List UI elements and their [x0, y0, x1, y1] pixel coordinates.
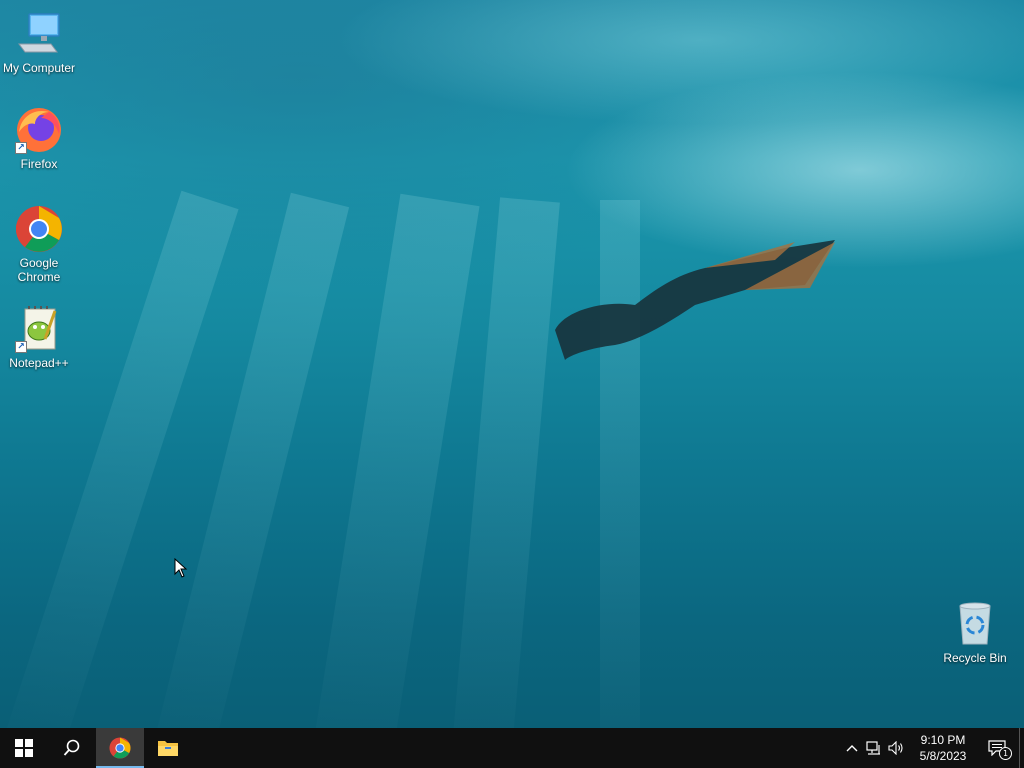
clock-button[interactable]: 9:10 PM 5/8/2023 [911, 728, 975, 768]
desktop-icon-recycle-bin[interactable]: Recycle Bin [937, 600, 1013, 665]
folder-icon [158, 741, 178, 756]
desktop-wallpaper [0, 0, 1024, 728]
shortcut-arrow-icon: ↗ [15, 142, 27, 154]
desktop-icon-chrome[interactable]: Google Chrome [1, 205, 77, 284]
desktop-icon-label: Firefox [20, 157, 58, 171]
firefox-icon: ↗ [15, 106, 63, 154]
taskbar-file-explorer-button[interactable] [144, 728, 192, 768]
mouse-cursor-icon [174, 558, 188, 578]
desktop-icon-my-computer[interactable]: My Computer [1, 10, 77, 75]
search-button[interactable] [48, 728, 96, 768]
desktop-icon-label: Notepad++ [9, 356, 69, 370]
volume-icon [888, 741, 903, 755]
volume-button[interactable] [885, 728, 907, 768]
desktop-icon-label: Google Chrome [17, 256, 61, 284]
taskbar: 9:10 PM 5/8/2023 1 [0, 728, 1024, 768]
chevron-up-icon [846, 745, 858, 752]
diver-silhouette [555, 240, 835, 360]
search-icon [63, 739, 80, 756]
notepadpp-icon: ↗ [15, 305, 63, 353]
network-button[interactable] [863, 728, 885, 768]
recycle-bin-icon [951, 600, 999, 648]
start-button[interactable] [0, 728, 48, 768]
chrome-icon [15, 205, 63, 253]
network-icon [866, 741, 880, 755]
clock-time: 9:10 PM [920, 733, 966, 747]
chrome-icon [109, 737, 131, 759]
notification-count-badge: 1 [999, 747, 1012, 760]
clock-date: 5/8/2023 [919, 749, 967, 763]
desktop-icon-label: Recycle Bin [943, 651, 1007, 665]
computer-icon [15, 10, 63, 58]
desktop-icon-label: My Computer [2, 61, 76, 75]
action-center-button[interactable]: 1 [975, 728, 1019, 768]
show-hidden-icons-button[interactable] [841, 728, 863, 768]
taskbar-chrome-button[interactable] [96, 728, 144, 768]
shortcut-arrow-icon: ↗ [15, 341, 27, 353]
show-desktop-button[interactable] [1019, 728, 1024, 768]
system-tray: 9:10 PM 5/8/2023 1 [841, 728, 1024, 768]
windows-logo-icon [15, 739, 33, 757]
desktop-icon-notepadpp[interactable]: ↗ Notepad++ [1, 305, 77, 370]
desktop-icon-firefox[interactable]: ↗ Firefox [1, 106, 77, 171]
